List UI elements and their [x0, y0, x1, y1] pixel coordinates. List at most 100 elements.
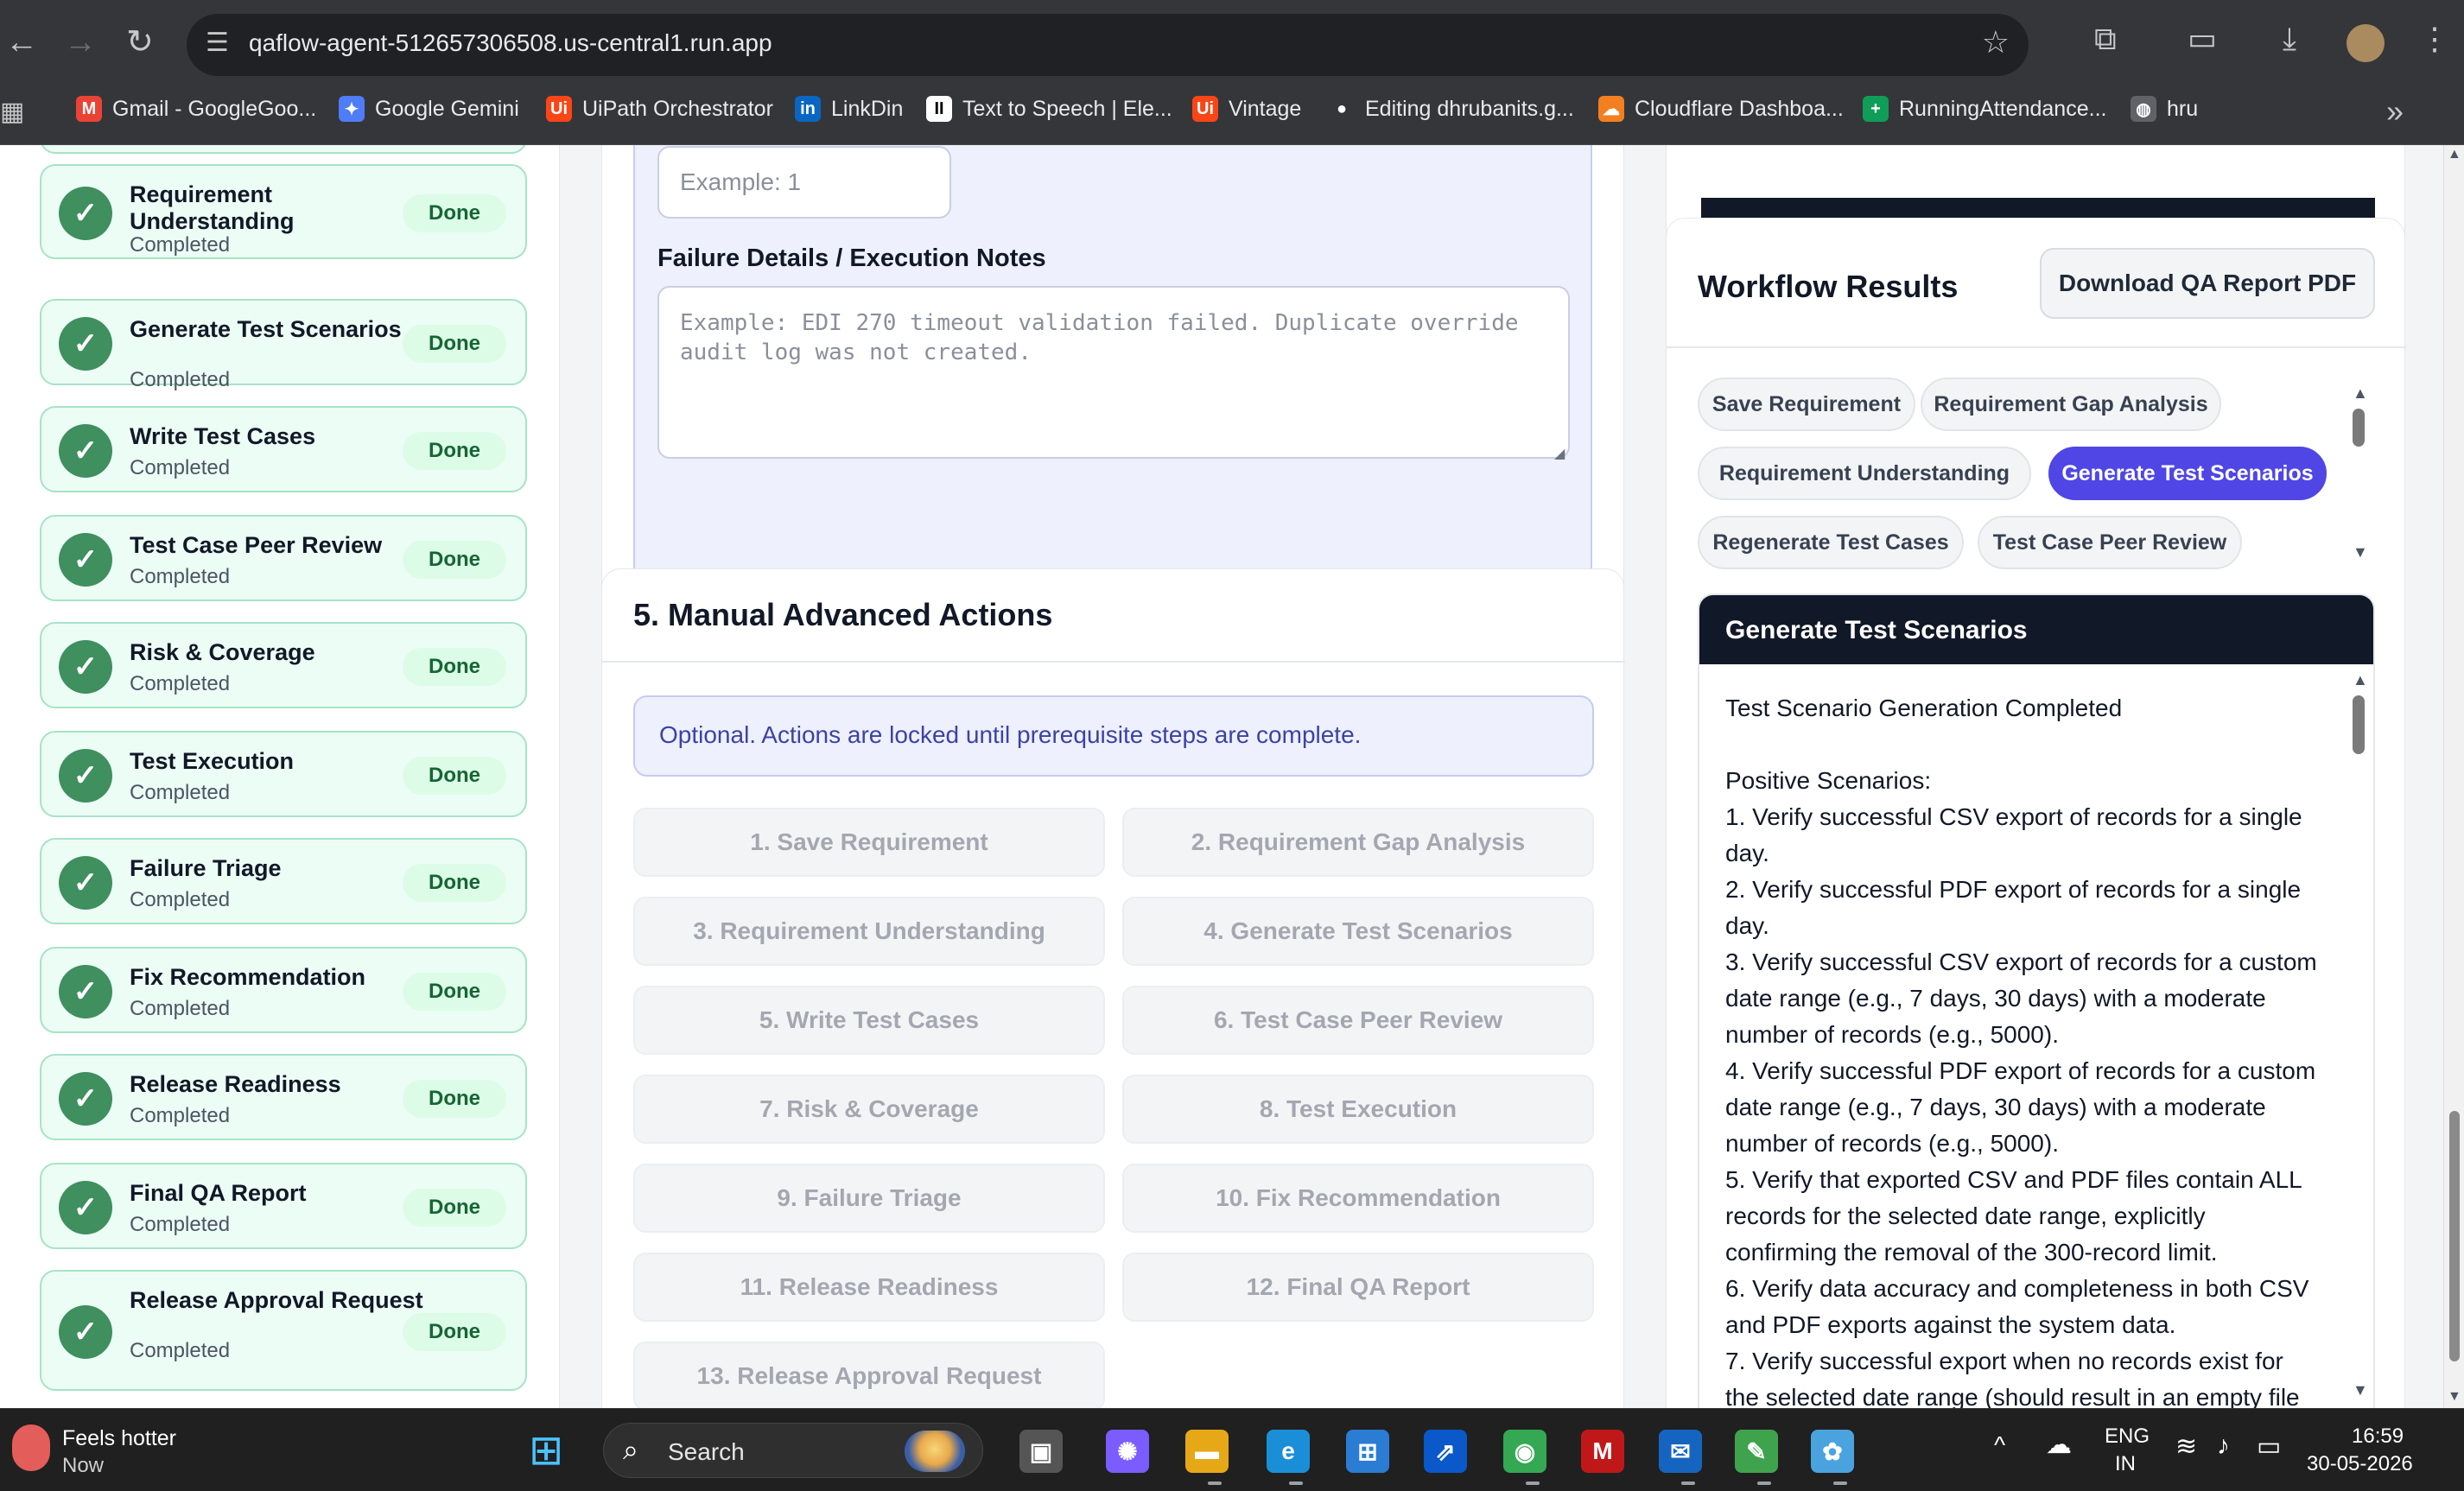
- bookmark-item[interactable]: ● Editing dhrubanits.g...: [1329, 95, 1574, 123]
- locked-action-button[interactable]: 8. Test Execution: [1122, 1075, 1594, 1144]
- bookmark-item[interactable]: ☁ Cloudflare Dashboa...: [1598, 95, 1844, 123]
- workflow-step-card[interactable]: ✓ Write Test Cases Completed Done: [40, 406, 527, 492]
- extensions-icon[interactable]: ⧉: [2094, 21, 2117, 58]
- result-tab[interactable]: Save Requirement: [1698, 378, 1915, 431]
- locked-action-button[interactable]: 13. Release Approval Request: [633, 1342, 1105, 1408]
- step-title: Test Case Peer Review: [130, 532, 383, 558]
- step-status: Completed: [130, 781, 231, 804]
- paint-icon[interactable]: ✿: [1811, 1430, 1854, 1473]
- bookmark-item[interactable]: in LinkDin: [795, 95, 903, 123]
- tabs-scroll-down-icon[interactable]: ▼: [2353, 543, 2368, 562]
- file-explorer-icon[interactable]: ▬: [1185, 1430, 1229, 1473]
- forward-icon[interactable]: →: [64, 26, 97, 59]
- workflow-step-card[interactable]: ✓ Test Case Peer Review Completed Done: [40, 515, 527, 601]
- address-bar[interactable]: ☰ qaflow-agent-512657306508.us-central1.…: [187, 14, 2029, 76]
- workflow-step-card[interactable]: ✓ Final QA Report Completed Done: [40, 1163, 527, 1249]
- workflow-step-card[interactable]: ✓ Fix Recommendation Completed Done: [40, 947, 527, 1033]
- apps-grid-icon[interactable]: ▦: [0, 97, 24, 127]
- profile-avatar[interactable]: [2347, 24, 2385, 62]
- weather-icon[interactable]: [12, 1424, 50, 1471]
- page-scroll-thumb[interactable]: [2449, 1111, 2460, 1361]
- outlook-icon[interactable]: ✉: [1659, 1430, 1702, 1473]
- count-input[interactable]: Example: 1: [657, 146, 951, 219]
- locked-action-button[interactable]: 4. Generate Test Scenarios: [1122, 897, 1594, 966]
- bookmark-item[interactable]: Ui UiPath Orchestrator: [546, 95, 773, 123]
- bookmark-item[interactable]: II Text to Speech | Ele...: [926, 95, 1172, 123]
- taskbar-search[interactable]: ⌕ Search: [603, 1423, 983, 1478]
- workflow-step-card[interactable]: ✓ Release Readiness Completed Done: [40, 1054, 527, 1140]
- workflow-step-card[interactable]: ✓ Failure Triage Completed Done: [40, 838, 527, 924]
- status-badge: Done: [403, 1080, 506, 1118]
- workflow-step-card[interactable]: ✓ Generate Test Scenarios Completed Done: [40, 299, 527, 391]
- check-icon: ✓: [59, 1181, 112, 1234]
- volume-icon[interactable]: ♪: [2217, 1431, 2230, 1461]
- locked-action-button[interactable]: 2. Requirement Gap Analysis: [1122, 808, 1594, 877]
- bookmark-item[interactable]: M Gmail - GoogleGoo...: [76, 95, 316, 123]
- bookmark-item[interactable]: + RunningAttendance...: [1863, 95, 2106, 123]
- step-title: Release Approval Request: [130, 1287, 423, 1313]
- panel-scroll-up-icon[interactable]: ▲: [2353, 671, 2368, 689]
- locked-action-button[interactable]: 9. Failure Triage: [633, 1164, 1105, 1233]
- hidden-icons-chevron-icon[interactable]: ^: [1994, 1431, 2005, 1459]
- more-bookmarks-icon[interactable]: »: [2386, 93, 2404, 130]
- check-icon: ✓: [59, 424, 112, 478]
- bookmark-star-icon[interactable]: ☆: [1982, 24, 2010, 60]
- status-badge: Done: [403, 1313, 506, 1351]
- download-report-button[interactable]: Download QA Report PDF: [2040, 248, 2375, 319]
- powerautomate-icon[interactable]: ⇗: [1424, 1430, 1467, 1473]
- store-icon[interactable]: ⊞: [1346, 1430, 1389, 1473]
- result-tab[interactable]: Requirement Gap Analysis: [1921, 378, 2221, 431]
- page-scroll-down-icon[interactable]: ▼: [2448, 1389, 2461, 1405]
- workflow-step-card[interactable]: ✓ Requirement Understanding Completed Done: [40, 164, 527, 259]
- mcafee-icon[interactable]: M: [1581, 1430, 1624, 1473]
- tabs-scroll-up-icon[interactable]: ▲: [2353, 384, 2368, 403]
- edge-icon[interactable]: e: [1267, 1430, 1310, 1473]
- site-info-icon[interactable]: ☰: [206, 28, 229, 58]
- onedrive-icon[interactable]: ☁: [2046, 1430, 2072, 1460]
- result-tab[interactable]: Generate Test Scenarios: [2048, 447, 2327, 500]
- panel-scroll-down-icon[interactable]: ▼: [2353, 1381, 2368, 1399]
- workflow-step-card[interactable]: ✓ Test Execution Completed Done: [40, 731, 527, 817]
- workflow-step-card[interactable]: ✓ Risk & Coverage Completed Done: [40, 622, 527, 708]
- bookmark-item[interactable]: Ui Vintage: [1192, 95, 1301, 123]
- bookmark-item[interactable]: ✦ Google Gemini: [339, 95, 519, 123]
- notepad-icon[interactable]: ✎: [1735, 1430, 1778, 1473]
- wifi-icon[interactable]: ≋: [2175, 1431, 2197, 1462]
- download-icon[interactable]: ⤓: [2283, 21, 2296, 58]
- bookmark-item[interactable]: ◍ hru: [2131, 95, 2198, 123]
- page-scroll-up-icon[interactable]: ▲: [2448, 147, 2461, 162]
- locked-action-button[interactable]: 10. Fix Recommendation: [1122, 1164, 1594, 1233]
- page-scrollbar[interactable]: ▲ ▼: [2443, 145, 2464, 1408]
- task-view-icon[interactable]: ▣: [1019, 1430, 1063, 1473]
- locked-action-button[interactable]: 7. Risk & Coverage: [633, 1075, 1105, 1144]
- battery-icon[interactable]: ▭: [2257, 1431, 2281, 1462]
- locked-action-button[interactable]: 6. Test Case Peer Review: [1122, 986, 1594, 1055]
- windows-start-icon[interactable]: ⊞: [529, 1426, 563, 1475]
- locked-action-button[interactable]: 11. Release Readiness: [633, 1253, 1105, 1322]
- cast-search-icon[interactable]: ▭: [2188, 21, 2217, 57]
- menu-icon[interactable]: ⋮: [2419, 21, 2450, 57]
- globe-icon: ◍: [2131, 96, 2156, 122]
- tabs-scroll-thumb[interactable]: [2353, 409, 2365, 447]
- workflow-step-card[interactable]: ✓ Release Approval Request Completed Done: [40, 1270, 527, 1391]
- check-icon: ✓: [59, 1072, 112, 1126]
- weather-title[interactable]: Feels hotter: [62, 1426, 176, 1451]
- sheets-icon: +: [1863, 96, 1889, 122]
- notes-textarea[interactable]: Example: EDI 270 timeout validation fail…: [657, 286, 1570, 459]
- locked-action-button[interactable]: 12. Final QA Report: [1122, 1253, 1594, 1322]
- lang-top[interactable]: ENG: [2105, 1424, 2150, 1449]
- locked-action-button[interactable]: 3. Requirement Understanding: [633, 897, 1105, 966]
- locked-action-button[interactable]: 5. Write Test Cases: [633, 986, 1105, 1055]
- copilot-icon[interactable]: ✺: [1106, 1430, 1149, 1473]
- reload-icon[interactable]: ↻: [126, 26, 154, 59]
- resize-handle-icon[interactable]: ◢: [1554, 445, 1565, 462]
- cloudflare-icon: ☁: [1598, 96, 1624, 122]
- locked-action-button[interactable]: 1. Save Requirement: [633, 808, 1105, 877]
- chrome-icon[interactable]: ◉: [1503, 1430, 1546, 1473]
- result-tab[interactable]: Test Case Peer Review: [1978, 516, 2242, 569]
- back-icon[interactable]: ←: [5, 26, 38, 59]
- panel-scroll-thumb[interactable]: [2353, 695, 2365, 754]
- result-tab[interactable]: Regenerate Test Cases: [1698, 516, 1964, 569]
- result-tab[interactable]: Requirement Understanding: [1698, 447, 2031, 500]
- clock-time[interactable]: 16:59: [2352, 1424, 2404, 1449]
